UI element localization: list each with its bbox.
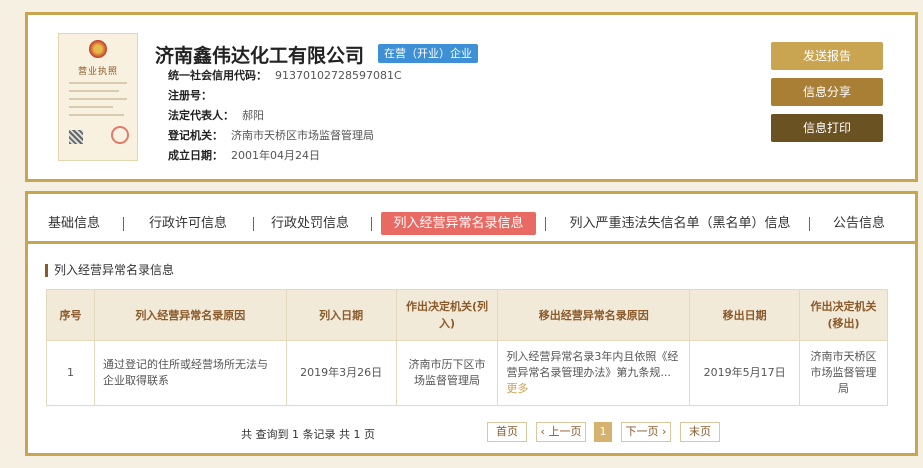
- info-label: 登记机关：: [168, 129, 223, 142]
- tab-admin-penalty[interactable]: 行政处罚信息: [260, 212, 360, 235]
- info-value: 2001年04月24日: [231, 149, 320, 162]
- official-seal-icon: [111, 126, 129, 144]
- info-value: 郝阳: [242, 109, 264, 122]
- license-text-line: [69, 98, 127, 100]
- license-title: 营业执照: [77, 67, 118, 77]
- info-label: 注册号：: [168, 89, 212, 102]
- info-row-authority: 登记机关： 济南市天桥区市场监督管理局: [168, 128, 374, 144]
- cell-reason-out: 列入经营异常名录3年内且依照《经营异常名录管理办法》第九条规... 更多: [497, 340, 691, 406]
- column-header: 作出决定机关(列入): [395, 289, 499, 341]
- license-text-line: [69, 82, 127, 84]
- abnormal-list-table: 序号 列入经营异常名录原因 列入日期 作出决定机关(列入) 移出经营异常名录原因…: [46, 289, 888, 406]
- cell-index: 1: [46, 340, 95, 406]
- cell-date-in: 2019年3月26日: [285, 340, 397, 406]
- more-link[interactable]: 更多: [506, 382, 528, 395]
- tab-bar: 基础信息 行政许可信息 行政处罚信息 列入经营异常名录信息 列入严重违法失信名单…: [28, 208, 915, 244]
- tab-blacklist[interactable]: 列入严重违法失信名单（黑名单）信息: [560, 212, 800, 235]
- cell-authority-out: 济南市天桥区市场监督管理局: [799, 340, 888, 406]
- info-label: 统一社会信用代码：: [168, 69, 267, 82]
- tab-divider: [253, 217, 254, 231]
- info-row-credit-code: 统一社会信用代码： 91370102728597081C: [168, 68, 402, 84]
- status-badge: 在营（开业）企业: [378, 44, 478, 63]
- table-header-row: 序号 列入经营异常名录原因 列入日期 作出决定机关(列入) 移出经营异常名录原因…: [46, 289, 888, 341]
- column-header: 列入日期: [285, 289, 397, 341]
- tab-divider: [809, 217, 810, 231]
- tab-abnormal-list[interactable]: 列入经营异常名录信息: [381, 212, 536, 235]
- share-info-button[interactable]: 信息分享: [771, 78, 883, 106]
- pager-last-button[interactable]: 末页: [680, 422, 720, 442]
- detail-card: 基础信息 行政许可信息 行政处罚信息 列入经营异常名录信息 列入严重违法失信名单…: [25, 191, 918, 456]
- print-info-button[interactable]: 信息打印: [771, 114, 883, 142]
- business-license-image[interactable]: 营业执照: [58, 33, 138, 161]
- cell-authority-in: 济南市历下区市场监督管理局: [395, 340, 499, 406]
- national-emblem-icon: [89, 40, 107, 58]
- cell-date-out: 2019年5月17日: [689, 340, 801, 406]
- info-value: 91370102728597081C: [275, 69, 402, 82]
- reason-out-text: 列入经营异常名录3年内且依照《经营异常名录管理办法》第九条规...: [506, 350, 679, 379]
- qr-code-icon: [69, 130, 83, 144]
- table-row: 1 通过登记的住所或经营场所无法与企业取得联系 2019年3月26日 济南市历下…: [46, 340, 888, 406]
- tab-admin-license[interactable]: 行政许可信息: [138, 212, 238, 235]
- info-row-founded: 成立日期： 2001年04月24日: [168, 148, 320, 164]
- info-row-legal-rep: 法定代表人： 郝阳: [168, 108, 264, 124]
- column-header: 序号: [46, 289, 95, 341]
- pager-next-button[interactable]: 下一页 ›: [621, 422, 671, 442]
- license-text-line: [69, 90, 119, 92]
- cell-reason-in: 通过登记的住所或经营场所无法与企业取得联系: [93, 340, 287, 406]
- column-header: 移出日期: [689, 289, 801, 341]
- info-row-reg-number: 注册号：: [168, 88, 220, 104]
- tab-divider: [545, 217, 546, 231]
- license-text-line: [69, 106, 113, 108]
- pager-first-button[interactable]: 首页: [487, 422, 527, 442]
- pager-total-text: 共 查询到 1 条记录 共 1 页: [241, 428, 375, 441]
- info-value: 济南市天桥区市场监督管理局: [231, 129, 374, 142]
- section-title: 列入经营异常名录信息: [45, 264, 174, 277]
- send-report-button[interactable]: 发送报告: [771, 42, 883, 70]
- company-header-card: 营业执照 济南鑫伟达化工有限公司 在营（开业）企业 统一社会信用代码： 91370…: [25, 12, 918, 182]
- info-label: 法定代表人：: [168, 109, 234, 122]
- info-label: 成立日期：: [168, 149, 223, 162]
- column-header: 列入经营异常名录原因: [93, 289, 287, 341]
- license-text-line: [69, 114, 124, 116]
- column-header: 移出经营异常名录原因: [497, 289, 691, 341]
- tab-divider: [371, 217, 372, 231]
- column-header: 作出决定机关(移出): [799, 289, 888, 341]
- pager-prev-button[interactable]: ‹ 上一页: [536, 422, 586, 442]
- tab-divider: [123, 217, 124, 231]
- pager-current-page[interactable]: 1: [594, 422, 612, 442]
- company-name: 济南鑫伟达化工有限公司: [155, 45, 365, 67]
- tab-basic-info[interactable]: 基础信息: [38, 212, 110, 235]
- tab-announcements[interactable]: 公告信息: [824, 212, 894, 235]
